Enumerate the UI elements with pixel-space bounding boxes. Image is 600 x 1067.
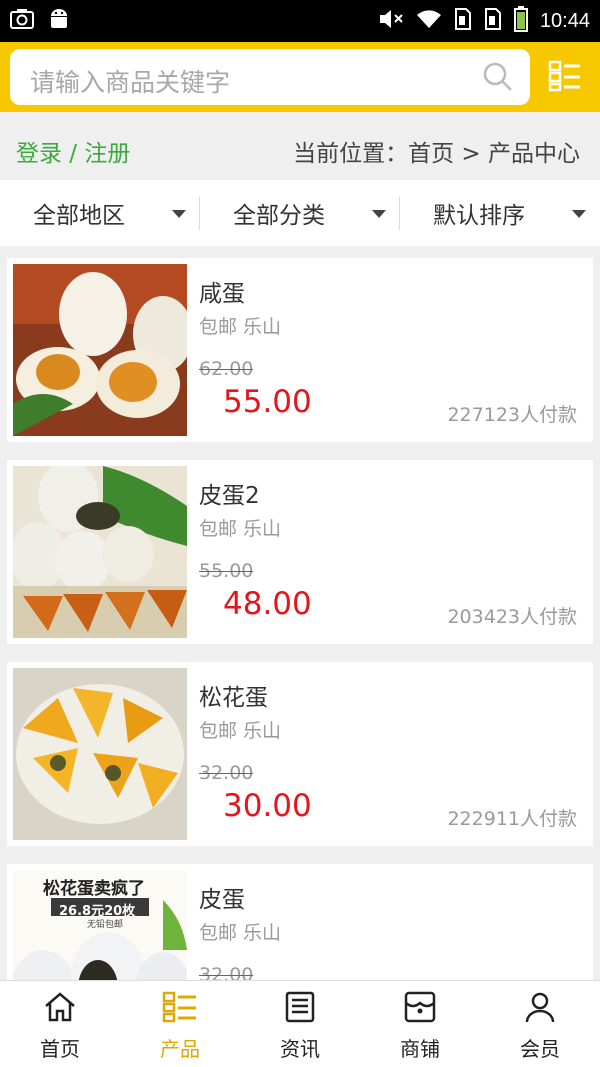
product-name[interactable]: 松花蛋 (199, 678, 268, 712)
status-bar: 10:44 (0, 0, 600, 42)
original-price: 62.00 (199, 358, 254, 380)
category-menu-icon[interactable] (548, 60, 582, 96)
chevron-down-icon (372, 210, 386, 218)
tab-label: 产品 (160, 1037, 200, 1061)
filter-category-label: 全部分类 (233, 203, 325, 229)
filter-sort-label: 默认排序 (433, 203, 525, 229)
tab-member[interactable]: 会员 (480, 981, 600, 1067)
tab-home[interactable]: 首页 (0, 981, 120, 1067)
sales-count: 227123人付款 (447, 404, 577, 426)
product-card[interactable]: 皮蛋2 包邮 乐山 55.00 48.00 203423人付款 (7, 460, 593, 644)
tab-news[interactable]: 资讯 (240, 981, 360, 1067)
news-icon (284, 991, 316, 1027)
banner-title: 松花蛋卖疯了 (43, 879, 145, 899)
product-list: 咸蛋 包邮 乐山 62.00 55.00 227123人付款 皮蛋2 包邮 乐山… (0, 246, 600, 980)
breadcrumb: 登录 / 注册 当前位置：首页 > 产品中心 (0, 112, 600, 180)
member-icon (524, 991, 556, 1027)
original-price: 55.00 (199, 560, 254, 582)
sale-price: 30.00 (223, 788, 312, 824)
product-shipping: 包邮 乐山 (199, 922, 282, 944)
sim1-icon (454, 7, 472, 35)
chevron-down-icon (572, 210, 586, 218)
filter-sort[interactable]: 默认排序 (400, 180, 600, 246)
product-name[interactable]: 皮蛋2 (199, 476, 260, 510)
wifi-icon (416, 9, 442, 33)
filter-region-label: 全部地区 (33, 203, 125, 229)
product-name[interactable]: 皮蛋 (199, 880, 245, 914)
product-card[interactable]: 松花蛋卖疯了 26.8元20枚 无铅包邮 皮蛋 包邮 乐山 32.00 (7, 864, 593, 980)
sim2-icon (484, 7, 502, 35)
product-card[interactable]: 松花蛋 包邮 乐山 32.00 30.00 222911人付款 (7, 662, 593, 846)
tab-shop[interactable]: 商铺 (360, 981, 480, 1067)
product-card[interactable]: 咸蛋 包邮 乐山 62.00 55.00 227123人付款 (7, 258, 593, 442)
search-input[interactable]: 请输入商品关键字 (10, 49, 530, 105)
original-price: 32.00 (199, 964, 254, 980)
product-image-century-egg-2[interactable] (13, 466, 187, 638)
screenshot-icon (10, 8, 34, 34)
tab-label: 会员 (520, 1037, 560, 1061)
bottom-tab-bar: 首页 产品 资讯 商铺 会员 (0, 980, 600, 1067)
filter-bar: 全部地区 全部分类 默认排序 (0, 180, 600, 246)
filter-region[interactable]: 全部地区 (0, 180, 200, 246)
product-image-preserved-egg[interactable] (13, 668, 187, 840)
product-image-salted-egg[interactable] (13, 264, 187, 436)
mute-icon (378, 8, 404, 34)
sales-count: 222911人付款 (447, 808, 577, 830)
tab-label: 首页 (40, 1037, 80, 1061)
tab-label: 商铺 (400, 1037, 440, 1061)
search-icon[interactable] (482, 61, 514, 97)
product-name[interactable]: 咸蛋 (199, 274, 245, 308)
product-shipping: 包邮 乐山 (199, 720, 282, 742)
battery-icon (513, 6, 528, 36)
tab-label: 资讯 (280, 1037, 320, 1061)
product-list-icon (162, 991, 198, 1027)
android-icon (48, 7, 70, 35)
login-register-link[interactable]: 登录 / 注册 (16, 134, 130, 168)
chevron-down-icon (172, 210, 186, 218)
sale-price: 48.00 (223, 586, 312, 622)
search-placeholder: 请输入商品关键字 (30, 68, 231, 97)
top-header: 请输入商品关键字 (0, 42, 600, 112)
shop-icon (403, 991, 437, 1027)
original-price: 32.00 (199, 762, 254, 784)
home-icon (43, 991, 77, 1027)
product-shipping: 包邮 乐山 (199, 316, 282, 338)
banner-subtitle: 无铅包邮 (87, 920, 124, 930)
filter-category[interactable]: 全部分类 (200, 180, 400, 246)
tab-products[interactable]: 产品 (120, 981, 240, 1067)
product-shipping: 包邮 乐山 (199, 518, 282, 540)
clock: 10:44 (539, 9, 590, 32)
sales-count: 203423人付款 (447, 606, 577, 628)
current-location: 当前位置：首页 > 产品中心 (293, 141, 580, 167)
sale-price: 55.00 (223, 384, 312, 420)
